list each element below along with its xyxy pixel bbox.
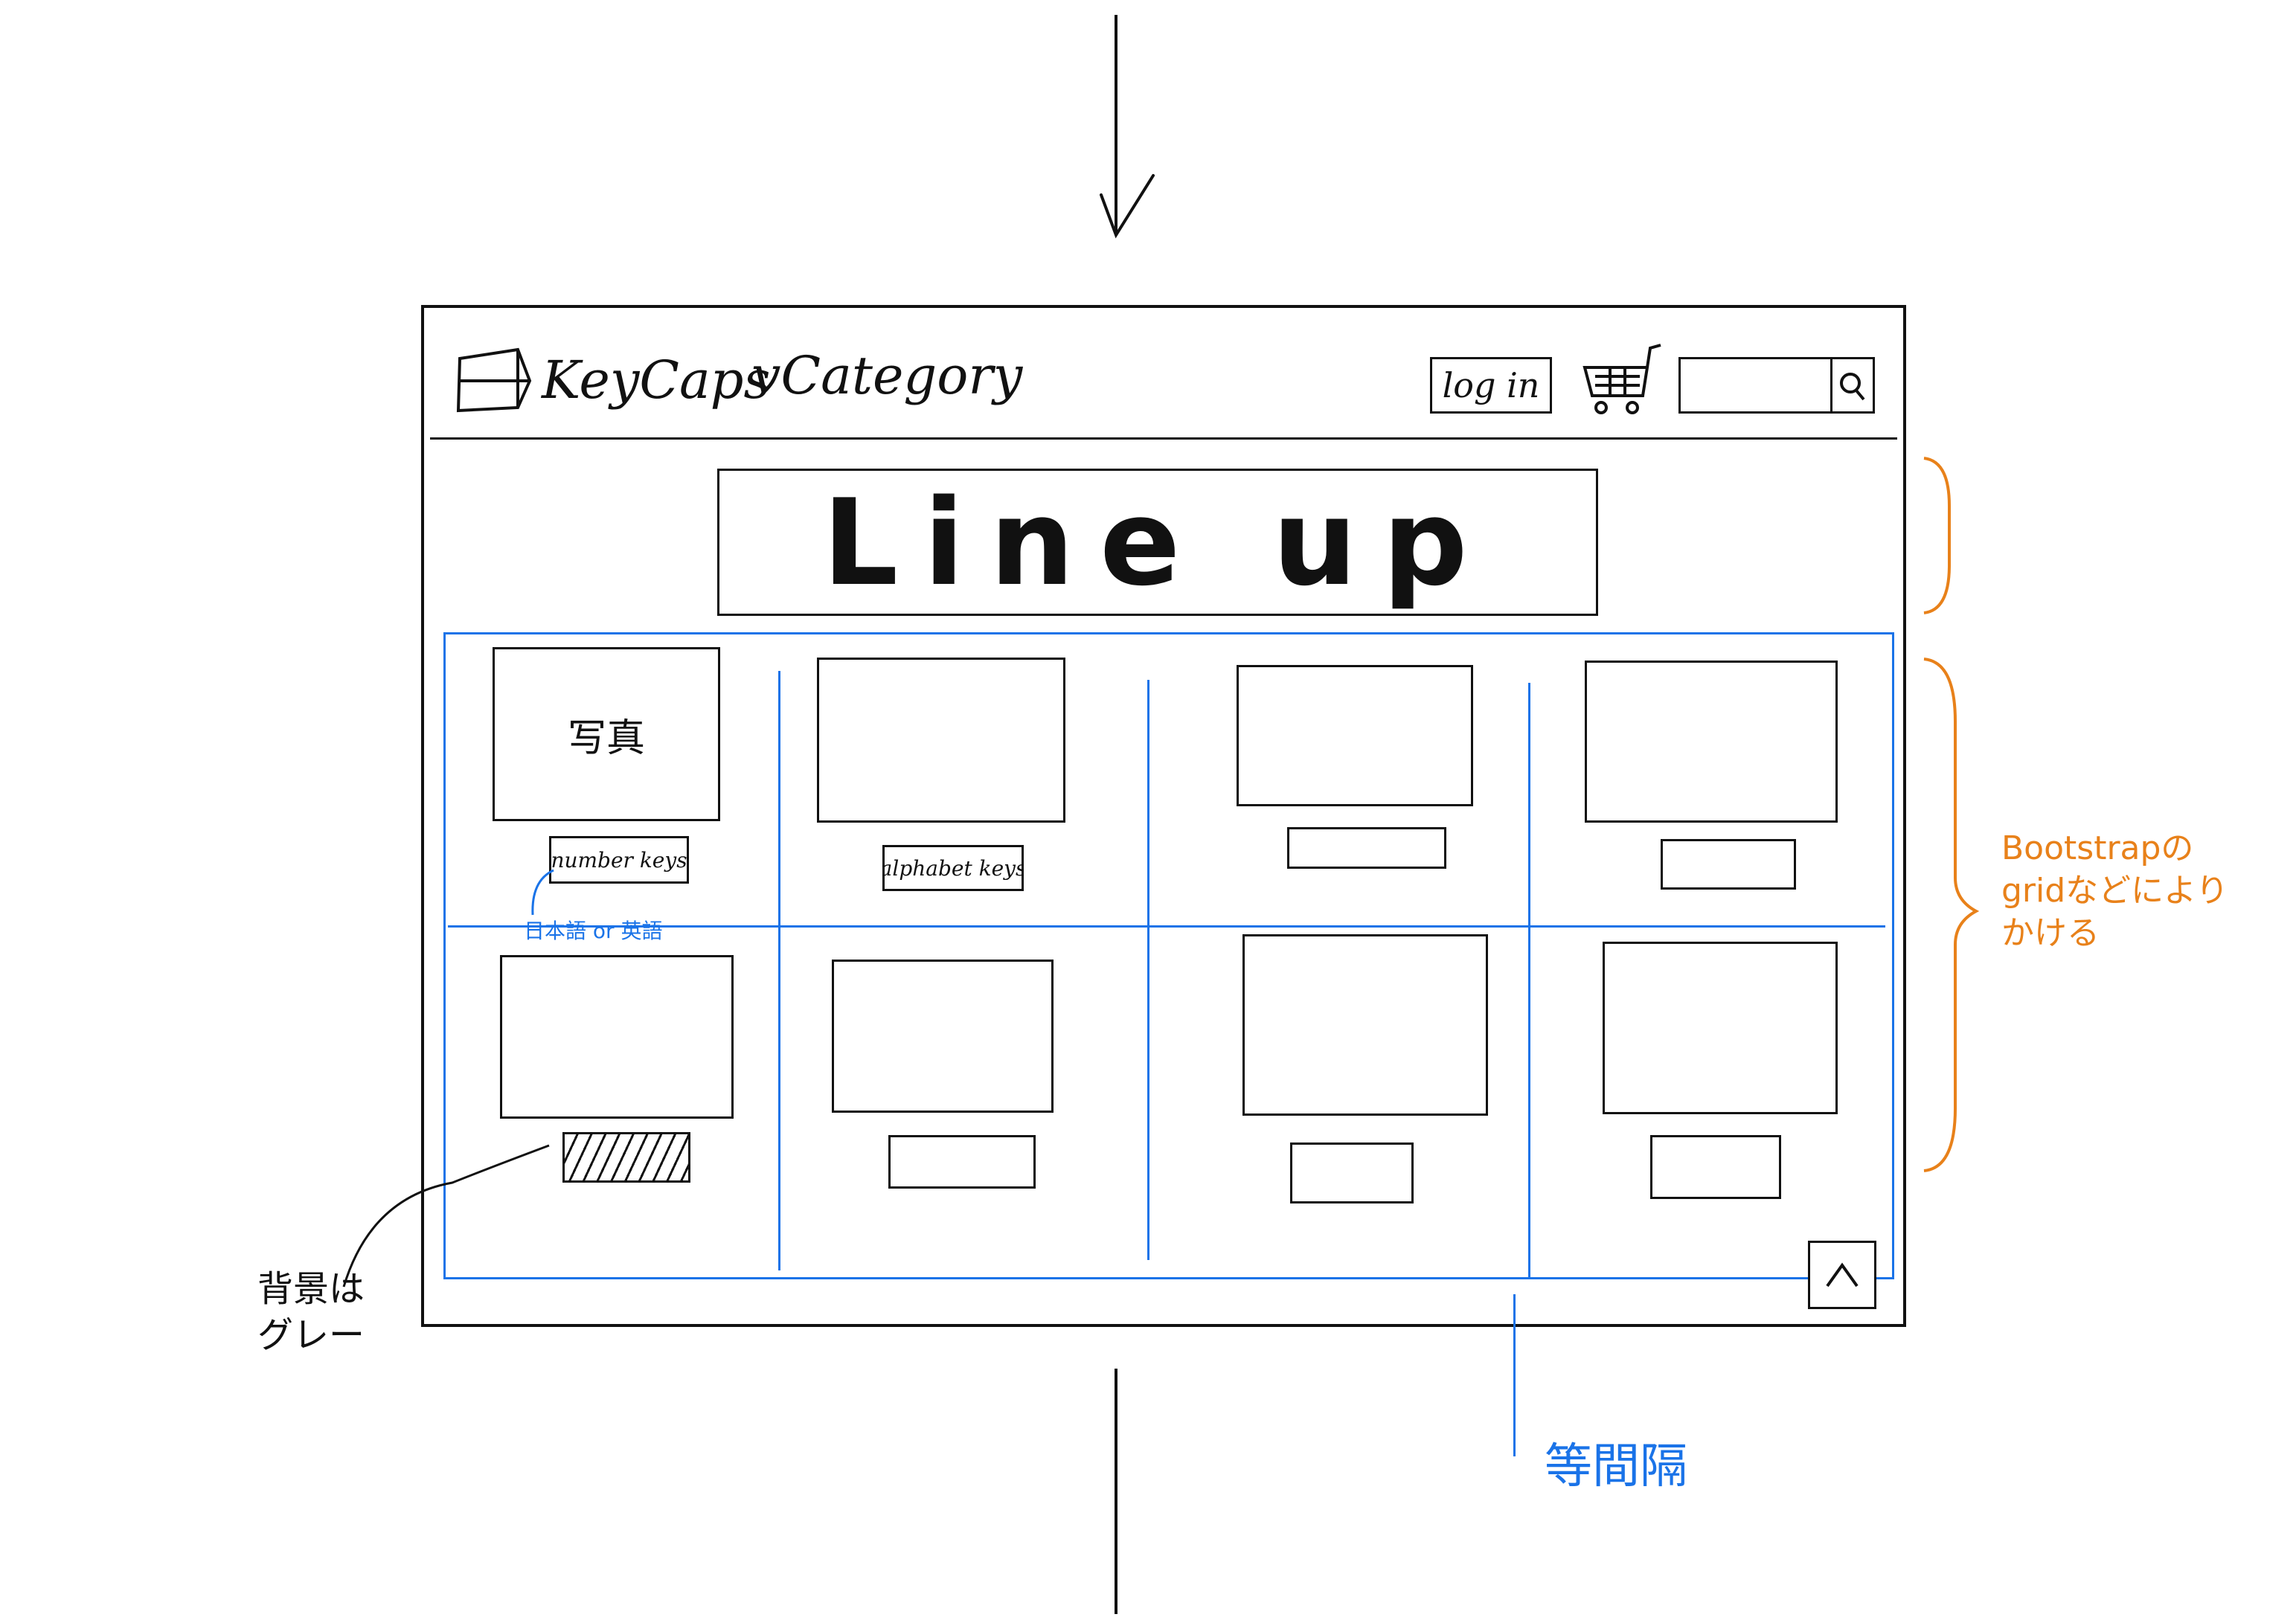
brace-banner bbox=[1923, 457, 1951, 614]
product-name[interactable] bbox=[1650, 1135, 1781, 1199]
product-photo[interactable] bbox=[500, 955, 734, 1119]
header-divider bbox=[430, 437, 1897, 440]
product-photo[interactable] bbox=[832, 960, 1054, 1113]
product-name[interactable] bbox=[888, 1135, 1036, 1189]
flow-arrow-bottom-line bbox=[1115, 1369, 1117, 1614]
back-to-top-button[interactable] bbox=[1808, 1241, 1876, 1309]
cart-icon[interactable] bbox=[1580, 341, 1662, 418]
grid-column-divider bbox=[1528, 683, 1530, 1279]
search-button[interactable] bbox=[1830, 357, 1875, 414]
grid-column-divider bbox=[778, 671, 780, 1270]
annotation-label-language: 日本語 or 英語 bbox=[524, 919, 663, 943]
chevron-up-icon bbox=[1826, 1262, 1859, 1288]
product-photo[interactable] bbox=[1237, 665, 1473, 806]
product-name-gray-bg[interactable] bbox=[562, 1132, 690, 1183]
search-icon bbox=[1840, 373, 1865, 401]
product-photo[interactable] bbox=[1242, 934, 1488, 1116]
annotation-leader-background bbox=[342, 1144, 550, 1288]
grid-column-divider bbox=[1147, 680, 1149, 1260]
product-photo[interactable] bbox=[1585, 661, 1838, 823]
product-name[interactable]: alphabet keys bbox=[882, 845, 1024, 891]
login-button[interactable]: log in bbox=[1430, 357, 1552, 414]
brand-logo-text[interactable]: KeyCaps bbox=[542, 354, 770, 406]
product-name[interactable] bbox=[1287, 827, 1446, 869]
annotation-bootstrap-note: Bootstrapのgridなどによりかける bbox=[2001, 829, 2229, 953]
annotation-leader-language bbox=[531, 869, 554, 916]
brace-grid bbox=[1923, 658, 1980, 1172]
product-name[interactable] bbox=[1661, 839, 1796, 890]
photo-placeholder-label: 写真 bbox=[567, 716, 645, 761]
arrow-down-icon bbox=[1100, 174, 1155, 239]
lineup-banner: Line up bbox=[717, 469, 1598, 616]
category-menu[interactable]: vCategory bbox=[751, 350, 1022, 402]
annotation-leader-spacing bbox=[1513, 1294, 1516, 1456]
product-photo[interactable] bbox=[817, 658, 1065, 823]
product-photo[interactable] bbox=[1603, 942, 1838, 1114]
product-name[interactable]: number keys bbox=[549, 836, 689, 884]
product-name[interactable] bbox=[1290, 1142, 1414, 1203]
keycap-logo-icon bbox=[456, 347, 532, 413]
product-photo[interactable]: 写真 bbox=[493, 647, 720, 821]
annotation-equal-spacing: 等間隔 bbox=[1545, 1439, 1687, 1494]
grid-row-divider bbox=[448, 925, 1885, 928]
annotation-background-note: 背景はグレー bbox=[257, 1268, 365, 1357]
